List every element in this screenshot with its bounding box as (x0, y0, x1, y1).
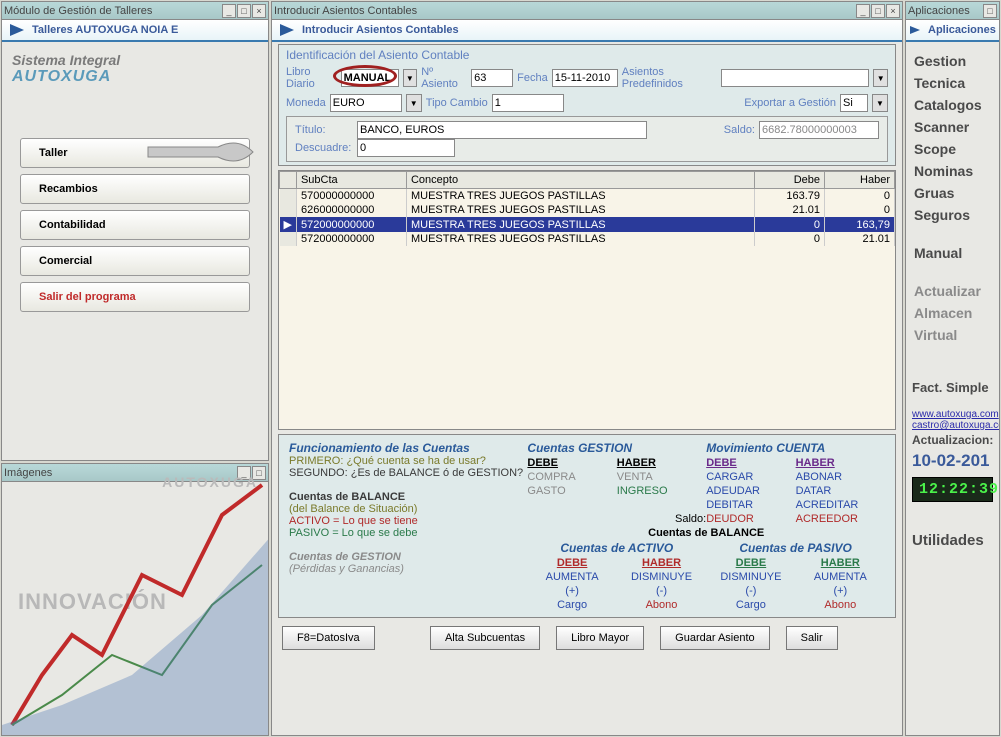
saldo-label: Saldo: (724, 124, 755, 136)
predef-input[interactable] (721, 69, 869, 87)
logo-line1: Sistema Integral (12, 52, 258, 68)
left-window-title: Módulo de Gestión de Talleres (4, 5, 222, 17)
section-legend: Identificación del Asiento Contable (280, 46, 894, 64)
app-link[interactable]: Scope (912, 138, 993, 160)
fact-simple[interactable]: Fact. Simple (906, 378, 999, 397)
export-dropdown-icon[interactable] (872, 94, 888, 112)
titulo-label: Título: (295, 124, 353, 136)
maximize-icon[interactable]: □ (983, 4, 997, 18)
contabilidad-button[interactable]: Contabilidad (20, 210, 250, 240)
table-row[interactable]: 626000000000MUESTRA TRES JUEGOS PASTILLA… (280, 203, 895, 217)
arrow-right-icon (280, 24, 294, 36)
mid-window-title: Introducir Asientos Contables (274, 5, 856, 17)
app-link-disabled[interactable]: Actualizar (912, 280, 993, 302)
utilidades[interactable]: Utilidades (906, 530, 999, 551)
moneda-label: Moneda (286, 97, 326, 109)
saldo-input (759, 121, 879, 139)
minimize-icon[interactable]: _ (222, 4, 236, 18)
comercial-button[interactable]: Comercial (20, 246, 250, 276)
right-window-title: Aplicaciones (908, 5, 983, 17)
tipo-label: Tipo Cambio (426, 97, 488, 109)
guardar-button[interactable]: Guardar Asiento (660, 626, 770, 650)
entries-grid[interactable]: SubCta Concepto Debe Haber 570000000000M… (278, 170, 896, 430)
app-link-disabled[interactable]: Almacen (912, 302, 993, 324)
web-link[interactable]: www.autoxuga.com (906, 409, 999, 420)
libro-dropdown-icon[interactable] (403, 69, 418, 87)
salir-button[interactable]: Salir del programa (20, 282, 250, 312)
nasiento-label: Nº Asiento (421, 66, 467, 90)
export-input[interactable] (840, 94, 868, 112)
f8-button[interactable]: F8=DatosIva (282, 626, 375, 650)
descuadre-label: Descuadre: (295, 142, 353, 154)
fecha-input[interactable] (552, 69, 618, 87)
titulo-input[interactable] (357, 121, 647, 139)
mid-header: Introducir Asientos Contables (302, 24, 459, 36)
maximize-icon[interactable]: □ (871, 4, 885, 18)
table-row[interactable]: ▶572000000000MUESTRA TRES JUEGOS PASTILL… (280, 217, 895, 232)
col-haber[interactable]: Haber (825, 172, 895, 189)
mail-link[interactable]: castro@autoxuga.com (906, 420, 999, 431)
manual-link[interactable]: Manual (912, 242, 993, 264)
right-header: Aplicaciones (928, 24, 996, 36)
export-label: Exportar a Gestión (744, 97, 836, 109)
recambios-button[interactable]: Recambios (20, 174, 250, 204)
close-icon[interactable]: × (252, 4, 266, 18)
alta-button[interactable]: Alta Subcuentas (430, 626, 540, 650)
moneda-input[interactable] (330, 94, 402, 112)
app-link[interactable]: Tecnica (912, 72, 993, 94)
minimize-icon[interactable]: _ (856, 4, 870, 18)
app-link[interactable]: Gruas (912, 182, 993, 204)
arrow-right-icon (10, 24, 24, 36)
tipo-input[interactable] (492, 94, 564, 112)
wrench-icon (138, 132, 258, 172)
app-link[interactable]: Nominas (912, 160, 993, 182)
app-link[interactable]: Catalogos (912, 94, 993, 116)
predef-dropdown-icon[interactable] (873, 69, 888, 87)
col-concepto[interactable]: Concepto (406, 172, 754, 189)
maximize-icon[interactable]: □ (237, 4, 251, 18)
app-link[interactable]: Scanner (912, 116, 993, 138)
app-link[interactable]: Gestion (912, 50, 993, 72)
actual-label: Actualizacion: (906, 431, 999, 449)
clock-display: 12:22:39 (912, 477, 993, 502)
libro-mayor-button[interactable]: Libro Mayor (556, 626, 644, 650)
col-debe[interactable]: Debe (755, 172, 825, 189)
predef-label: Asientos Predefinidos (622, 66, 718, 90)
table-row[interactable]: 570000000000MUESTRA TRES JUEGOS PASTILLA… (280, 189, 895, 204)
nasiento-input[interactable] (471, 69, 513, 87)
update-date: 10-02-201 (906, 449, 999, 473)
close-icon[interactable]: × (886, 4, 900, 18)
chart-background-icon (2, 475, 269, 735)
salir-button[interactable]: Salir (786, 626, 838, 650)
moneda-dropdown-icon[interactable] (406, 94, 422, 112)
libro-input[interactable] (341, 69, 399, 87)
app-link[interactable]: Seguros (912, 204, 993, 226)
left-header: Talleres AUTOXUGA NOIA E (32, 24, 178, 36)
table-row[interactable]: 572000000000MUESTRA TRES JUEGOS PASTILLA… (280, 232, 895, 246)
arrow-right-icon (910, 26, 920, 34)
libro-label: Libro Diario (286, 66, 337, 90)
logo-line2: AUTOXUGA (12, 68, 258, 86)
descuadre-input[interactable] (357, 139, 455, 157)
fecha-label: Fecha (517, 72, 548, 84)
info-panel: Funcionamiento de las Cuentas PRIMERO: ¿… (278, 434, 896, 618)
col-subcta[interactable]: SubCta (296, 172, 406, 189)
app-link-disabled[interactable]: Virtual (912, 324, 993, 346)
